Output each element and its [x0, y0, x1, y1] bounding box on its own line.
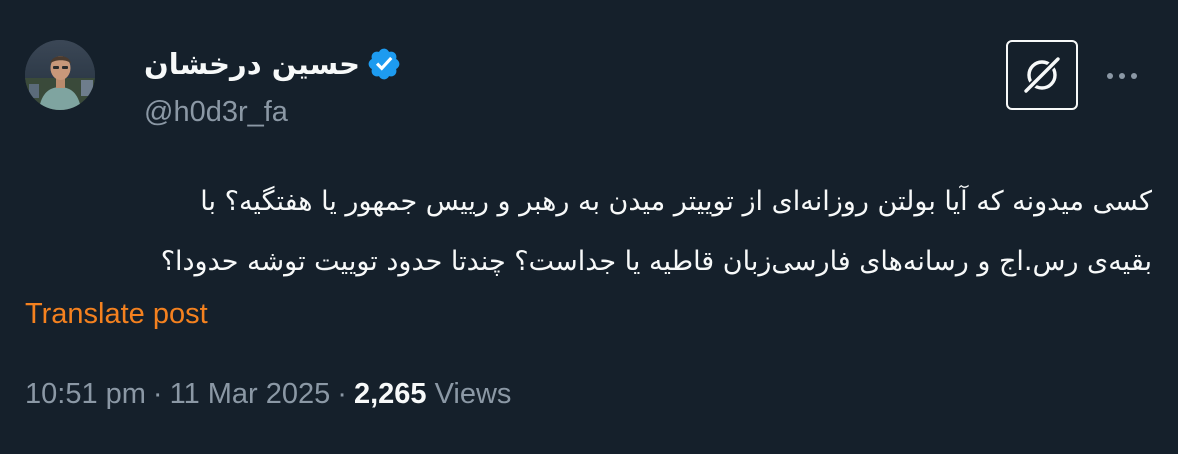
meta-separator: ·	[337, 378, 347, 410]
post-date[interactable]: 11 Mar 2025	[170, 378, 331, 410]
post-text: کسی میدونه که آیا بولتن روزانه‌ای از توی…	[22, 172, 1152, 292]
post-time[interactable]: 10:51 pm	[25, 378, 146, 410]
more-dot	[1131, 73, 1137, 79]
avatar[interactable]	[25, 40, 95, 110]
post-text-line: کسی میدونه که آیا بولتن روزانه‌ای از توی…	[200, 186, 1152, 217]
views-count: 2,265	[353, 378, 427, 410]
verified-badge-icon	[368, 48, 400, 80]
grok-button[interactable]	[1006, 40, 1078, 110]
post-card: حسین درخشان @h0d3r_fa کسی میدونه که آیا …	[0, 0, 1178, 454]
author-handle[interactable]: @h0d3r_fa	[144, 92, 288, 132]
avatar-image	[25, 40, 95, 110]
translate-post-link[interactable]: Translate post	[25, 294, 208, 334]
grok-icon	[1024, 57, 1060, 93]
post-meta: 10:51 pm · 11 Mar 2025 · 2,265 Views	[25, 374, 511, 414]
display-name[interactable]: حسین درخشان	[144, 44, 360, 84]
meta-separator: ·	[152, 378, 163, 410]
more-dot	[1107, 73, 1113, 79]
author-name-row[interactable]: حسین درخشان	[144, 44, 402, 84]
more-dot	[1119, 73, 1125, 79]
more-options-icon[interactable]	[1102, 58, 1142, 94]
views-label: Views	[434, 378, 512, 410]
post-text-line: بقیه‌ی رس.اج و رسانه‌های فارسی‌زبان قاطی…	[160, 246, 1152, 277]
